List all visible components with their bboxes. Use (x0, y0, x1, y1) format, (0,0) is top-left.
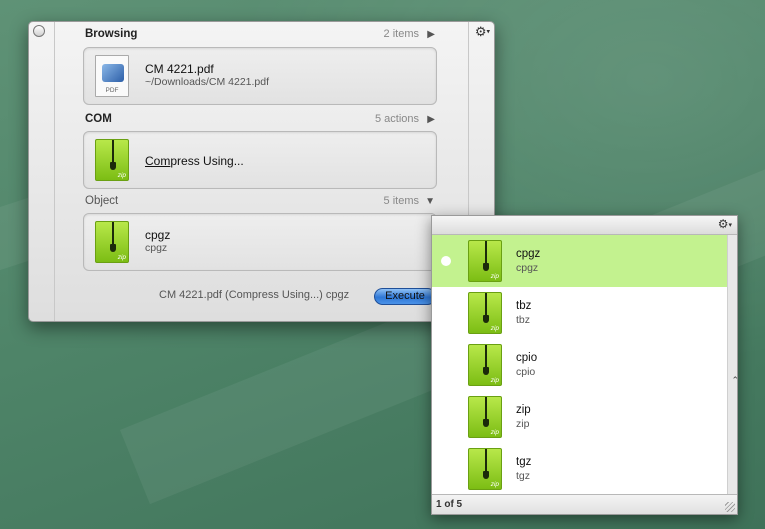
results-gear-button[interactable]: ⚙▾ (718, 217, 732, 231)
results-count: 1 of 5 (436, 499, 463, 510)
object-header: Object 5 items ▼ (85, 195, 435, 211)
arrow-right-icon[interactable]: ▶ (427, 29, 435, 40)
result-row[interactable]: zip tbz tbz (432, 287, 729, 339)
result-sub: zip (516, 418, 530, 430)
item-sub: cpgz (145, 242, 168, 254)
results-toolbar: ⚙▾ (432, 216, 737, 235)
action-label-rest: press Using... (170, 154, 244, 168)
results-scrollbar[interactable]: ⌃ (727, 235, 739, 495)
result-sub: tgz (516, 470, 531, 482)
resize-grip[interactable] (725, 502, 735, 512)
selection-dot-icon (441, 256, 451, 266)
results-footer: 1 of 5 (432, 494, 737, 514)
pdf-file-icon: PDF (95, 55, 131, 97)
action-count: 5 actions (374, 113, 419, 125)
result-sub: cpgz (516, 262, 539, 274)
zip-archive-icon: zip (95, 221, 131, 263)
arrow-right-icon[interactable]: ▶ (427, 114, 435, 125)
indirect-object-pane[interactable]: zip cpgz cpgz (83, 213, 437, 271)
action-search-text: COM (85, 113, 112, 125)
chevron-down-icon: ▾ (728, 221, 732, 229)
command-summary: CM 4221.pdf (Compress Using...) cpgz (159, 289, 350, 301)
result-name: zip (516, 404, 531, 416)
item-name: cpgz (145, 228, 171, 242)
result-row[interactable]: zip zip zip (432, 391, 729, 443)
action-header: COM 5 actions ▶ (85, 113, 435, 129)
arrow-down-icon[interactable]: ▼ (425, 196, 435, 207)
scroll-caret-icon: ⌃ (731, 375, 739, 385)
result-row[interactable]: zip cpgz cpgz (432, 235, 729, 287)
result-name: cpio (516, 352, 538, 364)
left-gutter (29, 22, 55, 321)
action-label-match: Com (145, 154, 171, 168)
browsing-header: Browsing 2 items ▶ (85, 28, 435, 44)
object-title: Object (85, 195, 119, 207)
result-sub: tbz (516, 314, 531, 326)
item-name: CM 4221.pdf (145, 62, 214, 76)
chevron-down-icon: ▾ (486, 28, 490, 36)
action-label: Compress Using... (145, 154, 244, 168)
action-pane[interactable]: zip Compress Using... (83, 131, 437, 189)
zip-archive-icon: zip (95, 139, 131, 181)
zip-archive-icon: zip (468, 344, 504, 386)
zip-archive-icon: zip (468, 292, 504, 334)
item-path: ~/Downloads/CM 4221.pdf (145, 76, 270, 88)
result-sub: cpio (516, 366, 536, 378)
gear-icon: ⚙ (474, 24, 487, 39)
result-row[interactable]: zip cpio cpio (432, 339, 729, 391)
results-list[interactable]: zip cpgz cpgz zip tbz tbz zip cpio cpio zip zip zip… (432, 235, 729, 495)
results-panel: ⚙▾ zip cpgz cpgz zip tbz tbz zip cpio cpio zip zip… (431, 215, 739, 515)
result-name: tbz (516, 300, 532, 312)
direct-object-pane[interactable]: PDF CM 4221.pdf ~/Downloads/CM 4221.pdf (83, 47, 437, 105)
browsing-title: Browsing (85, 28, 138, 40)
result-name: tgz (516, 456, 532, 468)
gear-menu-button[interactable]: ⚙▾ (475, 24, 490, 41)
quicksilver-main-window: ⚙▾ Browsing 2 items ▶ PDF CM 4221.pdf ~/… (28, 21, 495, 322)
result-name: cpgz (516, 248, 541, 260)
execute-button[interactable]: Execute (374, 288, 436, 305)
gear-icon: ⚙ (717, 217, 729, 231)
result-row[interactable]: zip tgz tgz (432, 443, 729, 495)
zip-archive-icon: zip (468, 396, 504, 438)
close-button[interactable] (33, 25, 45, 37)
zip-archive-icon: zip (468, 240, 504, 282)
zip-archive-icon: zip (468, 448, 504, 490)
